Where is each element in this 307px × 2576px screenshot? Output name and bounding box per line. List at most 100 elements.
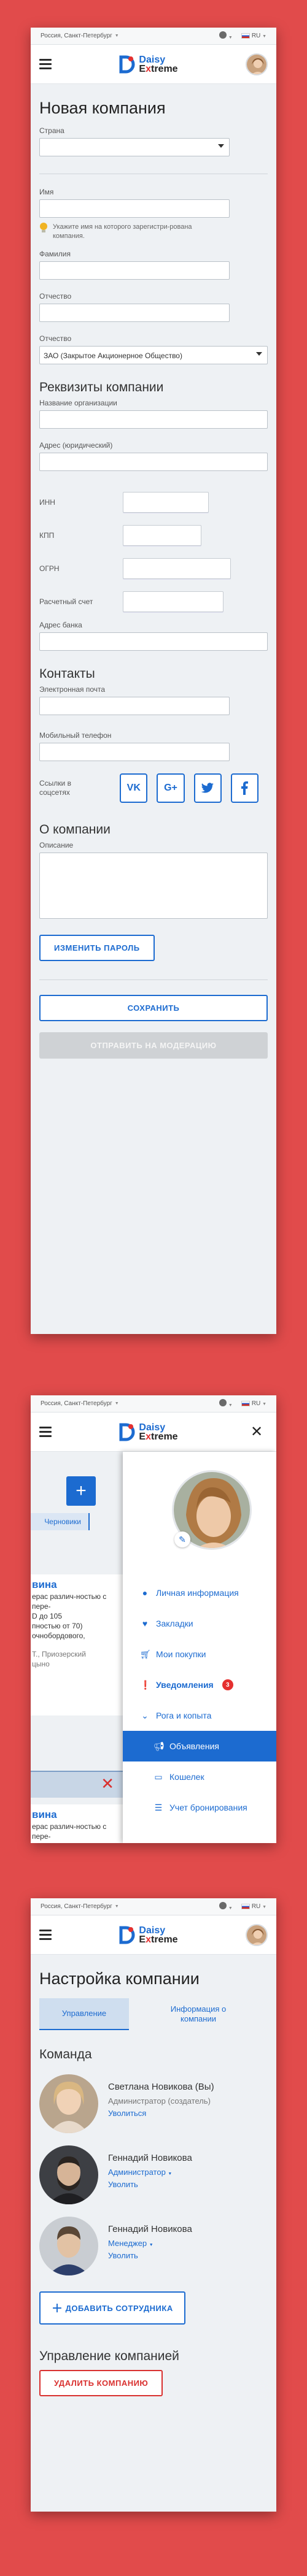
contacts-title: Контакты	[39, 667, 95, 681]
ogrn-row: ОГРН	[39, 558, 268, 579]
logo-word-2: Extreme	[139, 1431, 178, 1442]
phone-label: Мобильный телефон	[39, 731, 112, 740]
delete-company-button[interactable]: УДАЛИТЬ КОМПАНИЮ	[39, 2370, 163, 2396]
city-selector[interactable]: Россия, Санкт-Петербург ▼	[41, 33, 219, 39]
tab-manage[interactable]: Управление	[39, 1998, 129, 2030]
fire-link[interactable]: Уволить	[108, 2180, 192, 2189]
cart-icon: 🛒︎	[140, 1649, 151, 1659]
facebook-icon[interactable]	[230, 773, 258, 803]
account-selector[interactable]: ▼	[219, 31, 233, 40]
user-circle-icon	[219, 1399, 227, 1406]
menu-item-wallet[interactable]: ▭ Кошелек	[123, 1761, 276, 1792]
person-icon: ●	[142, 1588, 148, 1598]
logo[interactable]: Daisy Extreme	[52, 1422, 246, 1442]
menu-item-label: Мои покупки	[156, 1649, 206, 1659]
menu-icon[interactable]	[39, 1930, 52, 1940]
menu-item-notifications[interactable]: ❗ Уведомления 3	[123, 1669, 276, 1700]
add-employee-button[interactable]: ＋ ДОБАВИТЬ СОТРУДНИКА	[39, 2291, 185, 2325]
logo[interactable]: Daisy Extreme	[52, 1925, 246, 1944]
language-selector[interactable]: RU ▼	[241, 1903, 266, 1910]
phone-field[interactable]	[39, 743, 230, 761]
bank-address-field[interactable]	[39, 632, 268, 651]
legal-address-label: Адрес (юридический)	[39, 441, 113, 450]
chevron-down-icon: ▼	[149, 2243, 154, 2247]
description-field[interactable]	[39, 853, 268, 919]
logo-mark-icon	[119, 1423, 135, 1441]
legal-form-select[interactable]: ЗАО (Закрытое Акционерное Общество)	[39, 346, 268, 364]
country-select[interactable]	[39, 138, 230, 156]
logo-mark-icon	[119, 1926, 135, 1944]
plus-icon[interactable]: +	[66, 1476, 96, 1506]
inn-field[interactable]	[123, 492, 209, 513]
menu-icon[interactable]	[39, 59, 52, 69]
city-label: Россия, Санкт-Петербург	[41, 33, 112, 39]
avatar[interactable]	[246, 53, 268, 75]
company-settings-screen: Россия, Санкт-Петербург ▼ ▼ RU ▼ Daisy Ext…	[31, 1898, 276, 2512]
close-icon[interactable]: ✕	[246, 1423, 268, 1441]
flag-icon	[241, 1903, 250, 1909]
chevron-down-icon: ▼	[228, 1403, 233, 1408]
city-selector[interactable]: Россия, Санкт-Петербург ▼	[41, 1400, 219, 1407]
member-role: Администратор	[108, 2168, 166, 2177]
surname-field[interactable]	[39, 261, 230, 280]
city-selector[interactable]: Россия, Санкт-Петербург ▼	[41, 1903, 219, 1910]
member-role-select[interactable]: Менеджер ▼	[108, 2239, 192, 2248]
patronymic-field[interactable]	[39, 304, 230, 322]
account-selector[interactable]: ▼	[219, 1399, 233, 1408]
listing-card[interactable]: вина ерас различ-ностью с пере- D до 105…	[31, 1574, 123, 1715]
add-employee-label: ДОБАВИТЬ СОТРУДНИКА	[65, 2304, 173, 2313]
logo[interactable]: Daisy Extreme	[52, 55, 246, 74]
tab-company-info[interactable]: Информация о компании	[129, 1998, 268, 2030]
ogrn-field[interactable]	[123, 558, 231, 579]
list-icon: ☰	[154, 1802, 163, 1812]
menu-item-personal-info[interactable]: ● Личная информация	[123, 1577, 276, 1608]
avatar[interactable]	[246, 1923, 268, 1946]
chevron-down-icon: ▼	[114, 34, 119, 38]
member-role-select[interactable]: Администратор ▼	[108, 2168, 192, 2177]
menu-item-label: Закладки	[156, 1619, 193, 1628]
chevron-down-icon: ▼	[114, 1904, 119, 1909]
kpp-field[interactable]	[123, 525, 201, 546]
email-field[interactable]	[39, 697, 230, 715]
menu-item-bookmarks[interactable]: ♥ Закладки	[123, 1608, 276, 1639]
menu-item-company[interactable]: ⌄ Рога и копыта	[123, 1700, 276, 1731]
send-to-moderation-button[interactable]: ОТПРАВИТЬ НА МОДЕРАЦИЮ	[39, 1032, 268, 1059]
drafts-tab[interactable]: Черновики	[31, 1513, 90, 1530]
chevron-down-icon	[256, 352, 262, 356]
fire-link[interactable]: Уволить	[108, 2251, 192, 2260]
account-field[interactable]	[123, 591, 223, 612]
org-name-field[interactable]	[39, 410, 268, 429]
language-selector[interactable]: RU ▼	[241, 1400, 266, 1407]
save-button[interactable]: СОХРАНИТЬ	[39, 995, 268, 1021]
menu-item-ads[interactable]: 📢︎ Объявления	[123, 1731, 276, 1761]
account-row: Расчетный счет	[39, 591, 268, 612]
name-hint: Укажите имя на которого зарегистри-рован…	[39, 223, 268, 241]
side-menu: ✎ ● Личная информация ♥ Закладки 🛒︎ Мои пок…	[123, 1452, 276, 1843]
legal-form-label: Отчество	[39, 334, 72, 343]
chevron-down-icon: ▼	[262, 34, 266, 39]
menu-item-bookings[interactable]: ☰ Учет бронирования	[123, 1792, 276, 1823]
language-label: RU	[251, 1903, 261, 1910]
menu-item-purchases[interactable]: 🛒︎ Мои покупки	[123, 1639, 276, 1669]
description-label: Описание	[39, 841, 74, 849]
account-selector[interactable]: ▼	[219, 1902, 233, 1911]
change-password-button[interactable]: ИЗМЕНИТЬ ПАРОЛЬ	[39, 935, 155, 961]
team-member: Геннадий Новикова Менеджер ▼ Уволить	[39, 2217, 268, 2275]
listing-card[interactable]: вина ерас различ-ностью с пере- D до 105	[31, 1804, 123, 1843]
org-name-label: Название организации	[39, 399, 117, 407]
name-field[interactable]	[39, 199, 230, 218]
chevron-down-icon	[218, 144, 224, 148]
chevron-down-icon: ▼	[262, 1402, 266, 1406]
twitter-icon[interactable]	[193, 773, 222, 803]
logo-word-1: Daisy	[139, 54, 166, 65]
legal-address-field[interactable]	[39, 453, 268, 471]
member-name: Геннадий Новикова	[108, 2224, 192, 2234]
vk-icon[interactable]: VK	[120, 773, 148, 803]
language-selector[interactable]: RU ▼	[241, 33, 266, 39]
google-plus-icon[interactable]: G+	[157, 773, 185, 803]
tabs: Управление Информация о компании	[39, 1998, 268, 2030]
menu-icon[interactable]	[39, 1427, 52, 1437]
leave-link[interactable]: Уволиться	[108, 2109, 214, 2118]
close-icon[interactable]: ✕	[101, 1774, 114, 1793]
pencil-icon[interactable]: ✎	[174, 1531, 190, 1547]
